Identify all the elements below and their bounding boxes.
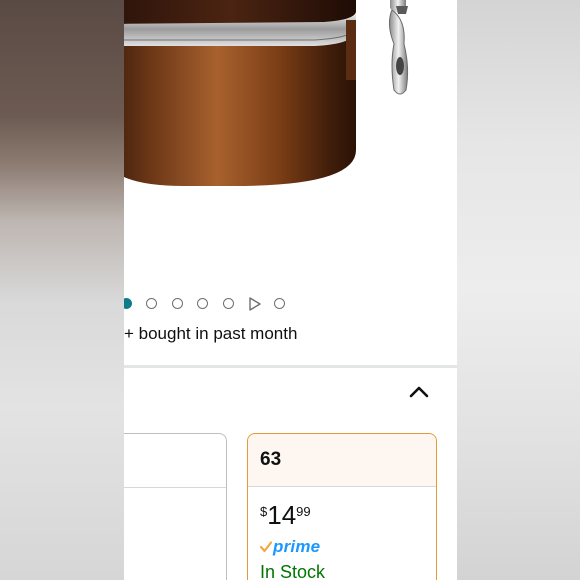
carousel-dot[interactable]	[146, 298, 157, 309]
carousel-dot-active[interactable]	[124, 298, 132, 309]
image-carousel-indicator	[124, 295, 457, 313]
product-screen: + bought in past month 63 $1499 prime In…	[124, 0, 457, 580]
price-whole: 14	[267, 500, 297, 530]
backdrop-left	[0, 0, 124, 580]
availability-status: In Stock	[260, 562, 326, 580]
section-divider	[124, 365, 457, 368]
size-option-card-selected[interactable]: 63 $1499 prime In Stock	[247, 433, 437, 580]
option-price: $1499	[260, 500, 311, 531]
prime-label: prime	[273, 537, 321, 556]
carousel-dot[interactable]	[172, 298, 183, 309]
price-fraction: 99	[296, 504, 311, 519]
size-option-label: 63	[260, 449, 282, 470]
carousel-dot[interactable]	[223, 298, 234, 309]
size-option-header: 63	[248, 434, 436, 487]
play-icon[interactable]	[248, 297, 262, 311]
carousel-dot[interactable]	[197, 298, 208, 309]
product-image[interactable]	[124, 0, 457, 290]
chevron-up-icon[interactable]	[408, 382, 430, 400]
size-option-card[interactable]	[124, 433, 227, 580]
prime-badge: prime	[260, 537, 320, 557]
prime-check-icon	[260, 541, 272, 553]
bought-in-past-month: + bought in past month	[124, 324, 298, 343]
price-symbol: $	[260, 504, 268, 519]
backdrop-right	[457, 0, 580, 580]
carousel-dot[interactable]	[274, 298, 285, 309]
size-option-header	[124, 434, 226, 488]
